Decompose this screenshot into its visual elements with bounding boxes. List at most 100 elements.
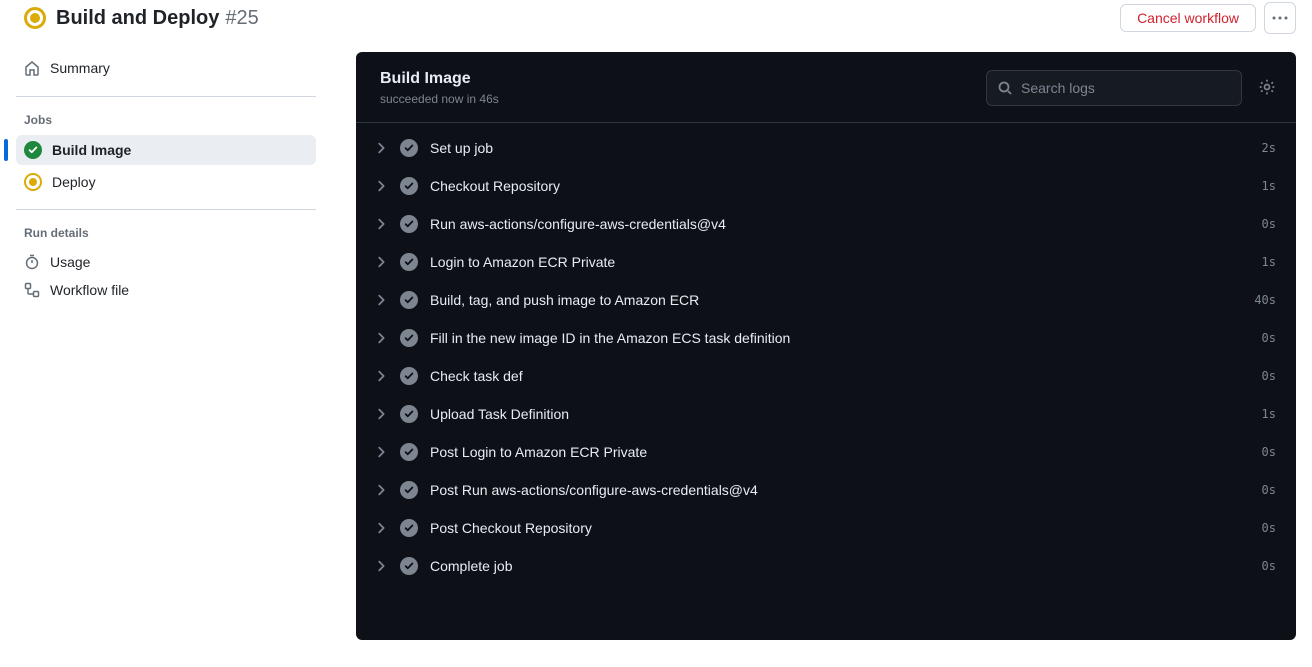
running-status-icon xyxy=(24,173,42,191)
run-number: #25 xyxy=(225,7,258,30)
chevron-right-icon xyxy=(374,559,388,573)
step-duration: 0s xyxy=(1262,559,1276,573)
step-duration: 0s xyxy=(1262,483,1276,497)
step-row[interactable]: Post Run aws-actions/configure-aws-crede… xyxy=(356,471,1296,509)
sidebar-divider xyxy=(16,209,316,210)
step-row[interactable]: Build, tag, and push image to Amazon ECR… xyxy=(356,281,1296,319)
workflow-icon xyxy=(24,282,40,298)
step-success-icon xyxy=(400,177,418,195)
chevron-right-icon xyxy=(374,369,388,383)
step-duration: 0s xyxy=(1262,217,1276,231)
sidebar-workflow-file-link[interactable]: Workflow file xyxy=(16,276,316,304)
step-duration: 1s xyxy=(1262,179,1276,193)
step-name: Login to Amazon ECR Private xyxy=(430,254,1250,270)
job-status-line: succeeded now in 46s xyxy=(380,92,499,106)
sidebar-jobs-heading: Jobs xyxy=(16,109,316,131)
sidebar-summary-label: Summary xyxy=(50,60,110,76)
step-name: Check task def xyxy=(430,368,1250,384)
step-success-icon xyxy=(400,405,418,423)
chevron-right-icon xyxy=(374,445,388,459)
step-name: Fill in the new image ID in the Amazon E… xyxy=(430,330,1250,346)
workflow-run-header: Build and Deploy #25 Cancel workflow xyxy=(0,0,1312,52)
job-title: Build Image xyxy=(380,70,499,88)
chevron-right-icon xyxy=(374,255,388,269)
success-status-icon xyxy=(24,141,42,159)
step-success-icon xyxy=(400,253,418,271)
step-name: Checkout Repository xyxy=(430,178,1250,194)
step-name: Upload Task Definition xyxy=(430,406,1250,422)
job-header-actions xyxy=(986,70,1280,106)
chevron-right-icon xyxy=(374,483,388,497)
sidebar-summary-link[interactable]: Summary xyxy=(16,52,316,84)
step-row[interactable]: Post Login to Amazon ECR Private 0s xyxy=(356,433,1296,471)
step-success-icon xyxy=(400,519,418,537)
sidebar-divider xyxy=(16,96,316,97)
chevron-right-icon xyxy=(374,179,388,193)
step-success-icon xyxy=(400,481,418,499)
steps-list: Set up job 2s Checkout Repository 1s Run… xyxy=(356,123,1296,597)
content-area: Summary Jobs Build Image Deploy Run deta… xyxy=(0,52,1312,640)
step-row[interactable]: Upload Task Definition 1s xyxy=(356,395,1296,433)
sidebar: Summary Jobs Build Image Deploy Run deta… xyxy=(16,52,316,640)
sidebar-usage-label: Usage xyxy=(50,254,90,270)
step-row[interactable]: Login to Amazon ECR Private 1s xyxy=(356,243,1296,281)
step-name: Set up job xyxy=(430,140,1250,156)
step-success-icon xyxy=(400,215,418,233)
search-icon xyxy=(997,80,1013,96)
step-duration: 40s xyxy=(1254,293,1276,307)
step-success-icon xyxy=(400,443,418,461)
workflow-name: Build and Deploy xyxy=(56,7,219,30)
chevron-right-icon xyxy=(374,141,388,155)
home-icon xyxy=(24,60,40,76)
chevron-right-icon xyxy=(374,331,388,345)
step-row[interactable]: Complete job 0s xyxy=(356,547,1296,585)
log-settings-button[interactable] xyxy=(1254,74,1280,103)
sidebar-job-deploy[interactable]: Deploy xyxy=(16,167,316,197)
sidebar-job-label: Deploy xyxy=(52,174,96,190)
step-duration: 0s xyxy=(1262,445,1276,459)
log-search-box[interactable] xyxy=(986,70,1242,106)
chevron-right-icon xyxy=(374,217,388,231)
step-name: Run aws-actions/configure-aws-credential… xyxy=(430,216,1250,232)
cancel-workflow-button[interactable]: Cancel workflow xyxy=(1120,4,1256,32)
sidebar-job-build-image[interactable]: Build Image xyxy=(16,135,316,165)
step-duration: 2s xyxy=(1262,141,1276,155)
step-row[interactable]: Set up job 2s xyxy=(356,129,1296,167)
step-success-icon xyxy=(400,329,418,347)
step-duration: 0s xyxy=(1262,369,1276,383)
sidebar-usage-link[interactable]: Usage xyxy=(16,248,316,276)
step-name: Post Run aws-actions/configure-aws-crede… xyxy=(430,482,1250,498)
step-name: Complete job xyxy=(430,558,1250,574)
kebab-menu-button[interactable] xyxy=(1264,2,1296,34)
sidebar-job-label: Build Image xyxy=(52,142,131,158)
kebab-horizontal-icon xyxy=(1272,10,1288,26)
stopwatch-icon xyxy=(24,254,40,270)
header-left: Build and Deploy #25 xyxy=(24,7,259,30)
job-title-block: Build Image succeeded now in 46s xyxy=(380,70,499,106)
step-duration: 0s xyxy=(1262,331,1276,345)
chevron-right-icon xyxy=(374,293,388,307)
step-row[interactable]: Check task def 0s xyxy=(356,357,1296,395)
chevron-right-icon xyxy=(374,407,388,421)
sidebar-rundetails-heading: Run details xyxy=(16,222,316,244)
workflow-title: Build and Deploy #25 xyxy=(56,7,259,30)
header-actions: Cancel workflow xyxy=(1120,2,1296,34)
step-success-icon xyxy=(400,557,418,575)
step-success-icon xyxy=(400,139,418,157)
step-row[interactable]: Post Checkout Repository 0s xyxy=(356,509,1296,547)
step-success-icon xyxy=(400,367,418,385)
step-row[interactable]: Fill in the new image ID in the Amazon E… xyxy=(356,319,1296,357)
gear-icon xyxy=(1258,78,1276,96)
step-duration: 1s xyxy=(1262,407,1276,421)
step-duration: 1s xyxy=(1262,255,1276,269)
step-row[interactable]: Run aws-actions/configure-aws-credential… xyxy=(356,205,1296,243)
job-log-panel: Build Image succeeded now in 46s Set up … xyxy=(356,52,1296,640)
step-success-icon xyxy=(400,291,418,309)
step-duration: 0s xyxy=(1262,521,1276,535)
log-search-input[interactable] xyxy=(1021,80,1231,96)
chevron-right-icon xyxy=(374,521,388,535)
running-status-icon xyxy=(24,7,46,29)
step-name: Post Login to Amazon ECR Private xyxy=(430,444,1250,460)
step-row[interactable]: Checkout Repository 1s xyxy=(356,167,1296,205)
sidebar-workflow-file-label: Workflow file xyxy=(50,282,129,298)
